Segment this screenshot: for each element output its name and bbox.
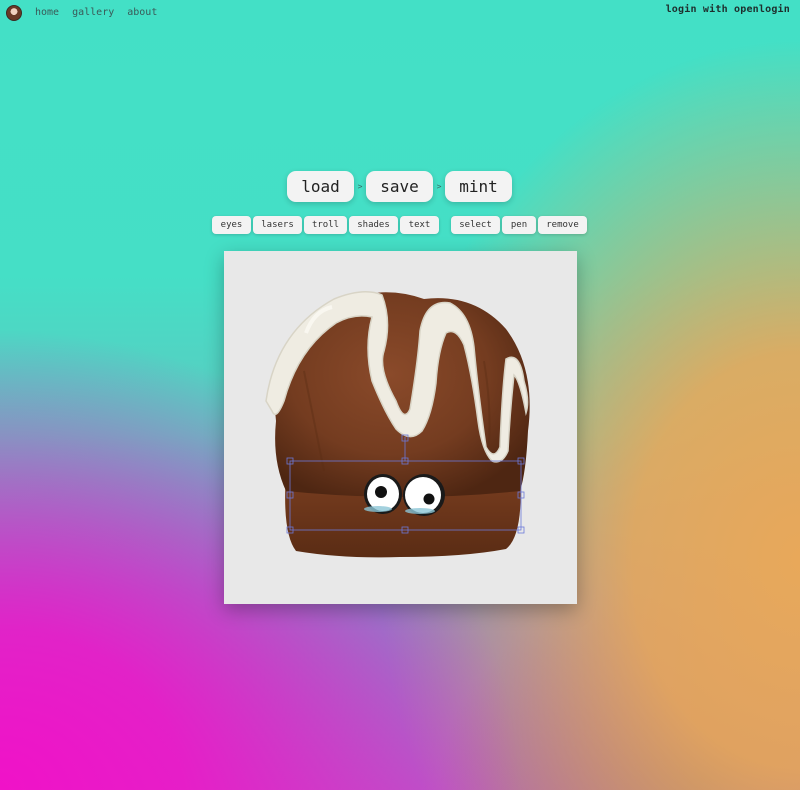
tool-troll-button[interactable]: troll [304, 216, 347, 234]
tool-remove-button[interactable]: remove [538, 216, 587, 234]
nav-gallery-link[interactable]: gallery [72, 4, 114, 22]
tool-select-button[interactable]: select [451, 216, 500, 234]
tool-eyes-button[interactable]: eyes [212, 216, 251, 234]
tool-pen-button[interactable]: pen [502, 216, 536, 234]
step-bar: load > save > mint [287, 171, 512, 202]
tool-lasers-button[interactable]: lasers [253, 216, 302, 234]
mint-button[interactable]: mint [445, 171, 512, 202]
tool-text-button[interactable]: text [400, 216, 439, 234]
editor-canvas[interactable] [224, 251, 577, 604]
save-button[interactable]: save [366, 171, 433, 202]
step-arrow: > [357, 182, 363, 191]
avatar-icon[interactable] [6, 5, 22, 21]
cake-image [265, 291, 530, 558]
canvas-artwork [265, 291, 530, 558]
nav-about-link[interactable]: about [127, 4, 157, 22]
load-button[interactable]: load [287, 171, 354, 202]
nav-home-link[interactable]: home [35, 4, 59, 22]
tool-shades-button[interactable]: shades [349, 216, 398, 234]
login-button[interactable]: login with openlogin [666, 4, 790, 15]
tool-bar: eyes lasers troll shades text select pen… [212, 216, 589, 234]
top-nav: home gallery about [6, 4, 170, 22]
step-arrow: > [436, 182, 442, 191]
